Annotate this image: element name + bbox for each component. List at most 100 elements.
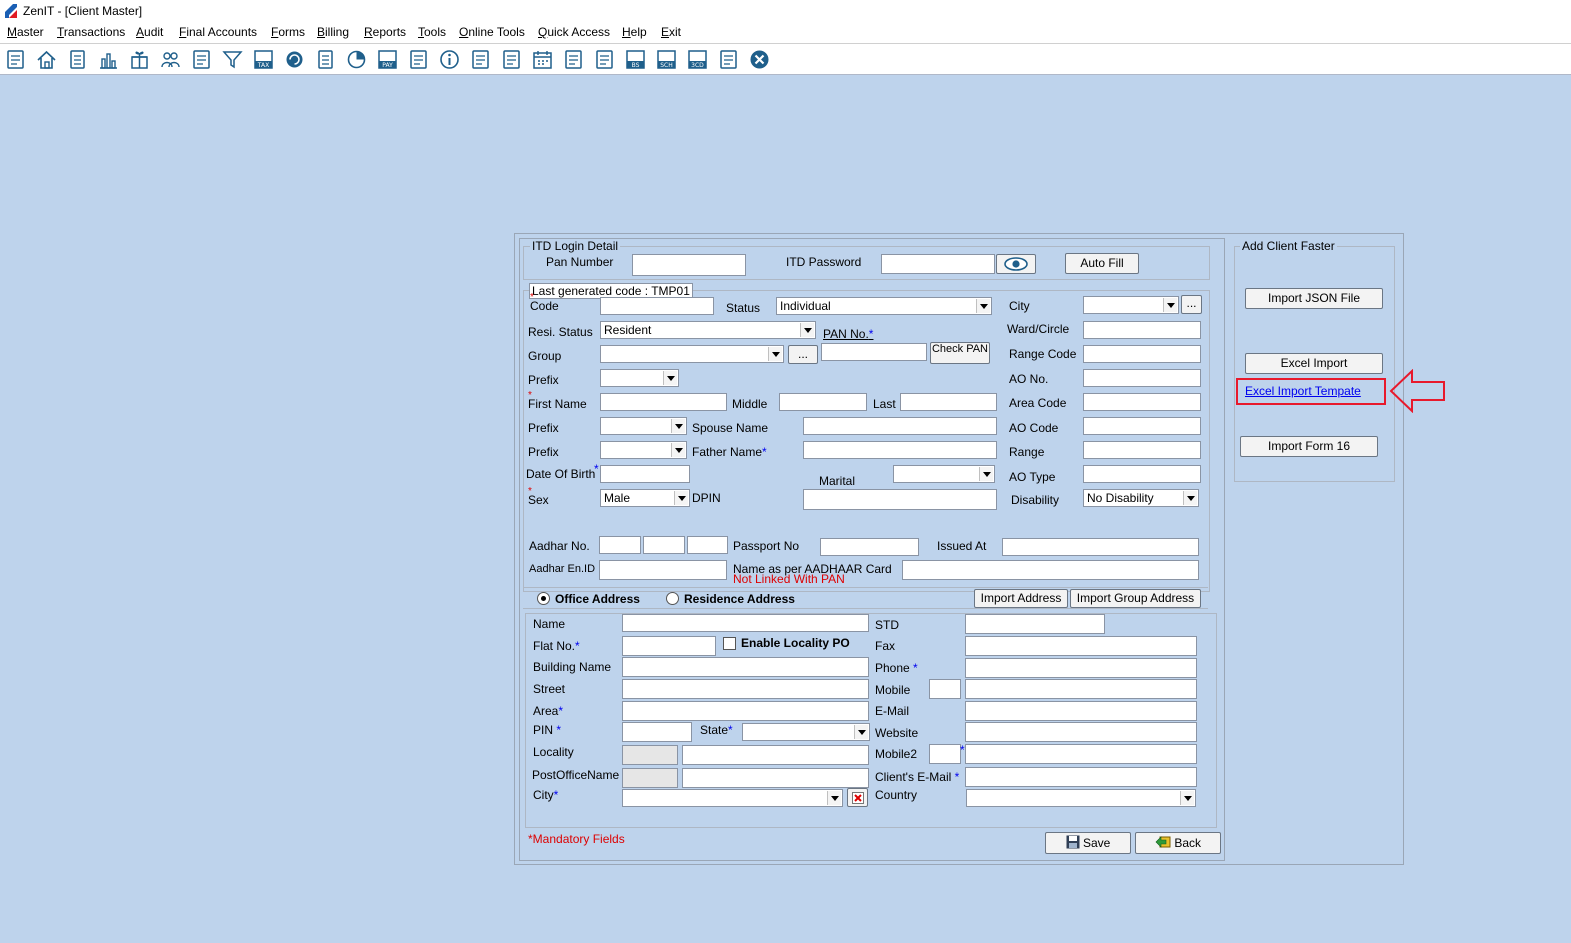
- country-select[interactable]: [966, 789, 1196, 807]
- last-name-input[interactable]: [900, 393, 997, 411]
- ward-circle-input[interactable]: [1083, 321, 1201, 339]
- menu-exit[interactable]: Exit: [661, 25, 681, 39]
- fax-input[interactable]: [965, 636, 1197, 656]
- import-group-address-button[interactable]: Import Group Address: [1070, 589, 1201, 608]
- locality-input[interactable]: [682, 745, 869, 765]
- excel-import-button[interactable]: Excel Import: [1245, 353, 1383, 374]
- residence-address-radio[interactable]: [666, 592, 679, 605]
- phone-input[interactable]: [965, 658, 1197, 678]
- filter-icon[interactable]: [222, 49, 243, 70]
- show-password-button[interactable]: [996, 254, 1036, 274]
- book-icon[interactable]: [408, 49, 429, 70]
- city-browse-button[interactable]: ...: [1181, 295, 1202, 314]
- refresh-icon[interactable]: [284, 49, 305, 70]
- check-pan-button[interactable]: Check PAN: [930, 342, 990, 364]
- folder-add-icon[interactable]: [563, 49, 584, 70]
- std-input[interactable]: [965, 614, 1105, 634]
- prefix-select[interactable]: [600, 369, 679, 387]
- ao-no-input[interactable]: [1083, 369, 1201, 387]
- aadhar-part2-input[interactable]: [643, 536, 685, 554]
- mobile2-input[interactable]: [965, 744, 1197, 764]
- bar-chart-icon[interactable]: [98, 49, 119, 70]
- back-button[interactable]: Back: [1135, 832, 1221, 854]
- ao-code-input[interactable]: [1083, 417, 1201, 435]
- post-office-input[interactable]: [682, 768, 869, 788]
- group-select[interactable]: [600, 345, 784, 363]
- client-email-input[interactable]: [965, 767, 1197, 787]
- father-prefix-select[interactable]: [600, 441, 687, 459]
- gift-icon[interactable]: [129, 49, 150, 70]
- dpin-input[interactable]: [803, 489, 997, 510]
- state-select[interactable]: [742, 723, 870, 741]
- spouse-prefix-select[interactable]: [600, 417, 687, 435]
- auto-fill-button[interactable]: Auto Fill: [1065, 253, 1139, 274]
- passport-no-input[interactable]: [820, 538, 919, 556]
- pan-input[interactable]: [821, 343, 927, 361]
- address-city-select[interactable]: [622, 789, 843, 807]
- dob-input[interactable]: [600, 465, 690, 483]
- range-input[interactable]: [1083, 441, 1201, 459]
- building-icon[interactable]: [67, 49, 88, 70]
- menu-reports[interactable]: Reports: [364, 25, 406, 39]
- mobile-code-input[interactable]: [929, 679, 961, 699]
- pin-icon[interactable]: [191, 49, 212, 70]
- aadhar-part3-input[interactable]: [687, 536, 728, 554]
- group-browse-button[interactable]: ...: [788, 345, 818, 364]
- first-name-input[interactable]: [600, 393, 727, 411]
- area-input[interactable]: [622, 701, 869, 721]
- flat-no-input[interactable]: [622, 636, 716, 656]
- menu-forms[interactable]: Forms: [271, 25, 305, 39]
- menu-master[interactable]: Master: [7, 25, 44, 39]
- save-button[interactable]: Save: [1045, 832, 1131, 854]
- import-form16-button[interactable]: Import Form 16: [1240, 436, 1378, 457]
- itd-pan-input[interactable]: [632, 254, 746, 276]
- menu-online-tools[interactable]: Online Tools: [459, 25, 525, 39]
- pin-input[interactable]: [622, 722, 692, 742]
- menu-audit[interactable]: Audit: [136, 25, 163, 39]
- issued-at-input[interactable]: [1002, 538, 1199, 556]
- home-icon[interactable]: [36, 49, 57, 70]
- pan-no-label[interactable]: PAN No.*: [823, 327, 873, 341]
- ao-type-input[interactable]: [1083, 465, 1201, 483]
- area-code-input[interactable]: [1083, 393, 1201, 411]
- code-input[interactable]: [600, 297, 714, 315]
- receipt-icon[interactable]: [5, 49, 26, 70]
- residence-address-label[interactable]: Residence Address: [684, 592, 795, 606]
- pay-icon[interactable]: PAY: [377, 49, 398, 70]
- disability-select[interactable]: No Disability: [1083, 489, 1199, 507]
- menu-help[interactable]: Help: [622, 25, 647, 39]
- menu-final-accounts[interactable]: Final Accounts: [179, 25, 257, 39]
- status-select[interactable]: Individual: [776, 297, 992, 315]
- form-icon[interactable]: [718, 49, 739, 70]
- resi-status-select[interactable]: Resident: [600, 321, 816, 339]
- 3cd-icon[interactable]: 3CD: [687, 49, 708, 70]
- calendar-icon[interactable]: [532, 49, 553, 70]
- street-input[interactable]: [622, 679, 869, 699]
- aadhar-en-id-input[interactable]: [599, 560, 727, 580]
- import-json-button[interactable]: Import JSON File: [1245, 288, 1383, 309]
- itd-password-input[interactable]: [881, 254, 995, 274]
- calculator-icon[interactable]: [315, 49, 336, 70]
- info-icon[interactable]: [439, 49, 460, 70]
- spouse-name-input[interactable]: [803, 417, 997, 435]
- city-select[interactable]: [1083, 296, 1179, 314]
- mobile-input[interactable]: [965, 679, 1197, 699]
- tax-icon[interactable]: TAX: [253, 49, 274, 70]
- copy-icon[interactable]: [594, 49, 615, 70]
- website-input[interactable]: [965, 722, 1197, 742]
- office-address-label[interactable]: Office Address: [555, 592, 640, 606]
- document-user-icon[interactable]: [501, 49, 522, 70]
- name-aadhaar-input[interactable]: [902, 560, 1199, 580]
- bs-sch-icon[interactable]: SCH: [656, 49, 677, 70]
- excel-import-template-link[interactable]: Excel Import Tempate: [1245, 384, 1361, 398]
- menu-billing[interactable]: Billing: [317, 25, 349, 39]
- sex-select[interactable]: Male: [600, 489, 690, 507]
- import-address-button[interactable]: Import Address: [974, 589, 1068, 608]
- pie-icon[interactable]: [346, 49, 367, 70]
- marital-select[interactable]: [893, 465, 995, 483]
- address-name-input[interactable]: [622, 614, 869, 632]
- aadhar-part1-input[interactable]: [599, 536, 641, 554]
- report-icon[interactable]: [470, 49, 491, 70]
- mobile2-code-input[interactable]: [929, 744, 961, 764]
- building-name-input[interactable]: [622, 657, 869, 677]
